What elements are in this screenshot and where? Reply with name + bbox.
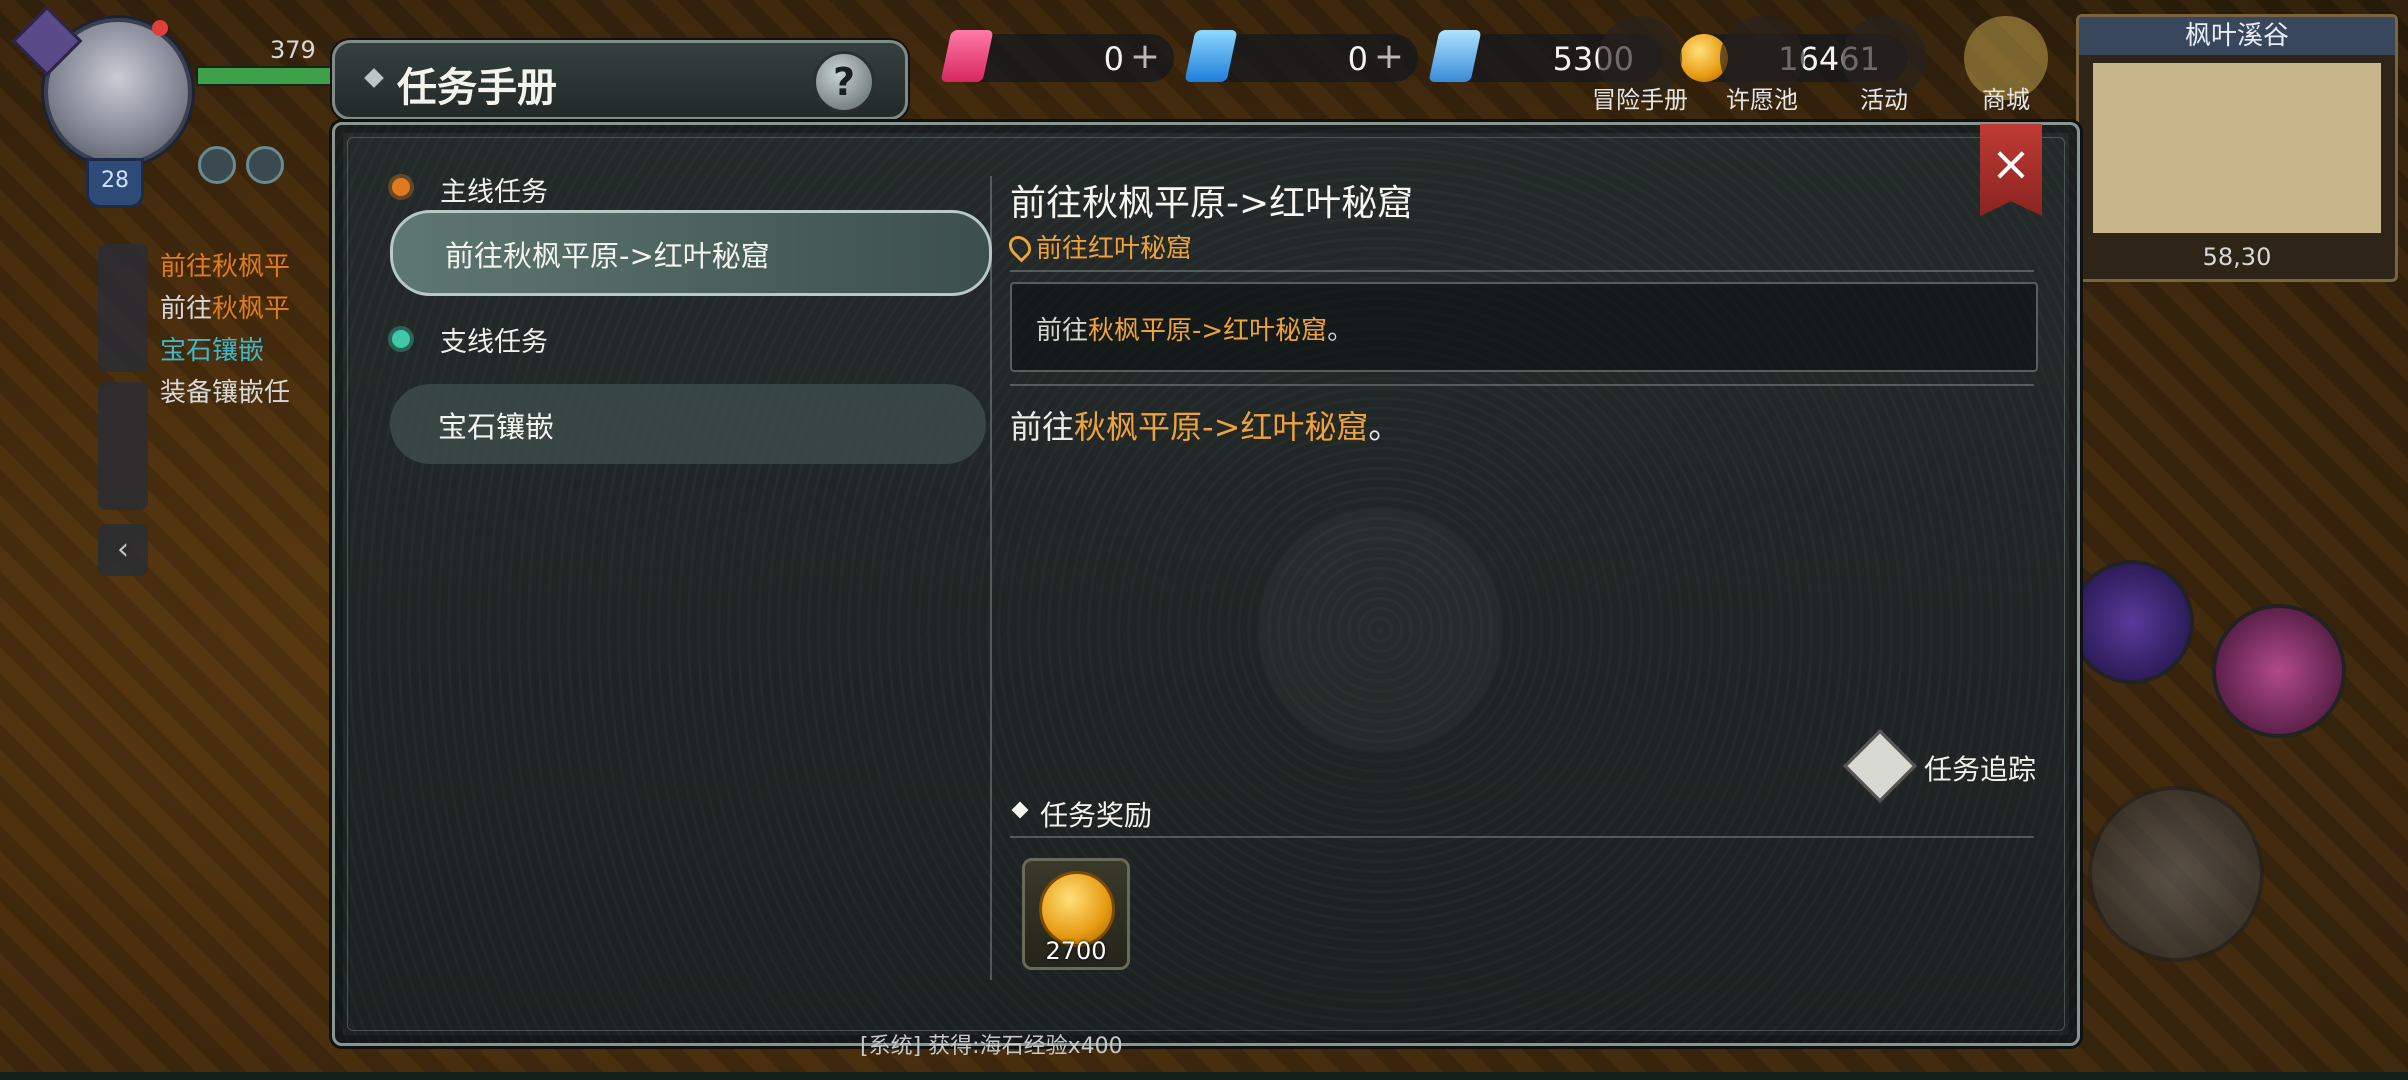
buff-icon[interactable] <box>198 146 236 184</box>
quest-track-label: 任务追踪 <box>1924 753 2037 786</box>
blue-crystal-counter[interactable]: 0 + <box>1184 30 1418 82</box>
divider <box>1010 270 2034 272</box>
events-label[interactable]: 活动 <box>1824 80 1944 115</box>
main-quest-icon <box>392 178 410 196</box>
skill-button[interactable] <box>2212 604 2346 738</box>
description-highlight: 秋枫平原->红叶秘窟 <box>1074 408 1369 446</box>
reward-amount: 2700 <box>1045 937 1107 965</box>
quest-objective-box: 前往秋枫平原->红叶秘窟。 <box>1010 282 2038 372</box>
minimap-coordinates: 58,30 <box>2202 243 2272 271</box>
tracker-side-sub: 装备镶嵌任 <box>160 378 291 408</box>
red-crystal-counter[interactable]: 0 + <box>940 30 1174 82</box>
attack-button[interactable] <box>2088 786 2264 962</box>
quest-tracker-tab[interactable] <box>98 244 148 372</box>
objective-prefix: 前往 <box>1036 316 1089 346</box>
divider <box>1010 384 2034 386</box>
skill-button[interactable] <box>2070 560 2194 684</box>
minimap-area-name: 枫叶溪谷 <box>2079 17 2395 55</box>
buff-icon[interactable] <box>246 146 284 184</box>
collapse-arrow-icon[interactable]: ‹ <box>98 524 148 576</box>
description-suffix: 。 <box>1368 408 1401 446</box>
tracker-side-title[interactable]: 宝石镶嵌 <box>160 330 290 372</box>
notification-dot <box>152 20 168 36</box>
minimap[interactable]: 枫叶溪谷 58,30 <box>2076 14 2398 282</box>
tracker-main-sub: 前往 <box>160 294 213 324</box>
system-message: [系统] 获得:海石经验x400 <box>860 1034 1123 1059</box>
quest-description: 前往秋枫平原->红叶秘窟。 <box>1010 402 1400 448</box>
tracker-main-title[interactable]: 前往秋枫平 <box>160 246 290 288</box>
location-pin-icon <box>1004 231 1036 263</box>
divider <box>1010 836 2034 838</box>
wishing-pool-label[interactable]: 许愿池 <box>1702 80 1822 115</box>
add-red-crystal-button[interactable]: + <box>1130 36 1160 77</box>
panel-divider <box>990 176 992 980</box>
player-level: 28 <box>86 158 144 208</box>
quest-location-text: 前往红叶秘窟 <box>1036 234 1193 264</box>
reward-section-title: 任务奖励 <box>1040 799 1153 832</box>
quest-item-side[interactable]: 宝石镶嵌 <box>390 384 986 464</box>
objective-highlight: 秋枫平原->红叶秘窟 <box>1088 316 1328 346</box>
minimap-view[interactable] <box>2093 63 2381 233</box>
page-title: 任务手册 <box>397 65 557 111</box>
add-blue-crystal-button[interactable]: + <box>1374 36 1404 77</box>
quest-location-link[interactable]: 前往红叶秘窟 <box>1004 228 1193 265</box>
shop-label[interactable]: 商城 <box>1946 80 2066 115</box>
help-button[interactable]: ? <box>813 51 875 113</box>
side-quest-icon <box>392 330 410 348</box>
reward-item-gold[interactable]: 2700 <box>1022 858 1130 970</box>
quest-item-main-selected[interactable]: 前往秋枫平原->红叶秘窟 <box>390 210 992 296</box>
quest-book-title-tab: 任务手册 ? <box>332 40 908 120</box>
red-crystal-value: 0 <box>1103 40 1124 78</box>
quest-detail-title: 前往秋枫平原->红叶秘窟 <box>1010 183 1414 224</box>
bottom-bar <box>0 1072 2408 1080</box>
objective-suffix: 。 <box>1327 316 1354 346</box>
adventure-book-label[interactable]: 冒险手册 <box>1580 80 1700 115</box>
quest-tracker: 前往秋枫平 前往秋枫平 宝石镶嵌 装备镶嵌任 <box>160 246 290 414</box>
gold-coin-icon <box>1039 871 1115 947</box>
tracker-main-sub-highlight: 秋枫平 <box>212 294 291 324</box>
hp-value: 379 <box>270 36 316 64</box>
category-side-quest[interactable]: 支线任务 <box>440 320 548 359</box>
category-main-quest[interactable]: 主线任务 <box>440 170 548 209</box>
description-prefix: 前往 <box>1010 408 1075 446</box>
team-tab[interactable] <box>98 382 148 510</box>
quest-item-label: 宝石镶嵌 <box>438 410 555 444</box>
diamond-icon <box>364 68 384 88</box>
quest-item-label: 前往秋枫平原->红叶秘窟 <box>445 239 770 273</box>
hp-bar <box>196 66 350 86</box>
blue-crystal-value: 0 <box>1347 40 1368 78</box>
